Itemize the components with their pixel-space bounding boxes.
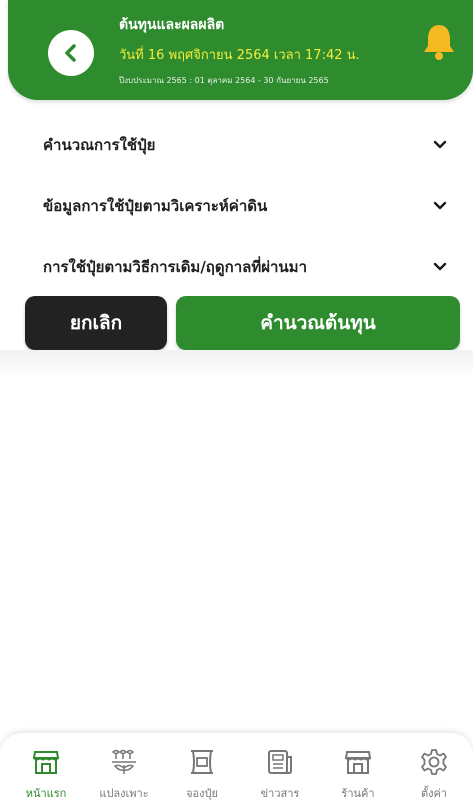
accordion-label: ข้อมูลการใช้ปุ๋ยตามวิเคราะห์ค่าดิน (43, 197, 268, 215)
accordion-soil-analysis[interactable]: ข้อมูลการใช้ปุ๋ยตามวิเคราะห์ค่าดิน (43, 193, 448, 219)
app-header: ต้นทุนและผลผลิต วันที่ 16 พฤศจิกายน 2564… (8, 0, 473, 100)
bell-icon (424, 25, 454, 60)
sprout-icon (109, 747, 139, 777)
chevron-left-icon (65, 44, 76, 62)
fertilizer-sack-icon (187, 747, 217, 777)
current-date: วันที่ 16 พฤศจิกายน 2564 เวลา 17:42 น. (119, 48, 360, 63)
nav-home[interactable]: หน้าแรก (6, 747, 86, 802)
accordion-traditional-method[interactable]: การใช้ปุ๋ยตามวิธีการเดิม/ฤดูกาลที่ผ่านมา (43, 254, 448, 280)
nav-shop[interactable]: ร้านค้า (318, 747, 398, 802)
nav-label: จองปุ๋ย (186, 787, 218, 800)
gear-icon (419, 747, 449, 777)
nav-label: แปลงเพาะ (99, 787, 149, 800)
chevron-down-icon (432, 198, 448, 214)
nav-plots[interactable]: แปลงเพาะ (84, 747, 164, 802)
newspaper-icon (265, 747, 295, 777)
accordion-fertilizer-calc[interactable]: คำนวณการใช้ปุ๋ย (43, 132, 448, 158)
accordion-label: การใช้ปุ๋ยตามวิธีการเดิม/ฤดูกาลที่ผ่านมา (43, 258, 307, 276)
store-icon (31, 747, 61, 777)
nav-fertilizer-booking[interactable]: จองปุ๋ย (162, 747, 242, 802)
cancel-button[interactable]: ยกเลิก (25, 296, 167, 350)
nav-label: ตั้งค่า (420, 787, 448, 800)
shop-icon (343, 747, 373, 777)
budget-year: ปีงบประมาณ 2565 : 01 ตุลาคม 2564 - 30 กั… (119, 76, 329, 85)
nav-label: หน้าแรก (25, 787, 67, 800)
nav-label: ร้านค้า (341, 787, 375, 800)
accordion-label: คำนวณการใช้ปุ๋ย (43, 136, 156, 154)
back-button[interactable] (48, 30, 94, 76)
page-title: ต้นทุนและผลผลิต (119, 17, 225, 33)
notification-button[interactable] (416, 18, 462, 64)
nav-label: ข่าวสาร (260, 787, 300, 800)
chevron-down-icon (432, 259, 448, 275)
calculate-cost-button[interactable]: คำนวณต้นทุน (176, 296, 460, 350)
divider-shadow (0, 350, 473, 380)
nav-news[interactable]: ข่าวสาร (240, 747, 320, 802)
nav-settings[interactable]: ตั้งค่า (394, 747, 473, 802)
bottom-nav: หน้าแรก แปลงเพาะ จองปุ๋ย ข่าวสาร ร้านค้า… (0, 733, 473, 805)
chevron-down-icon (432, 137, 448, 153)
